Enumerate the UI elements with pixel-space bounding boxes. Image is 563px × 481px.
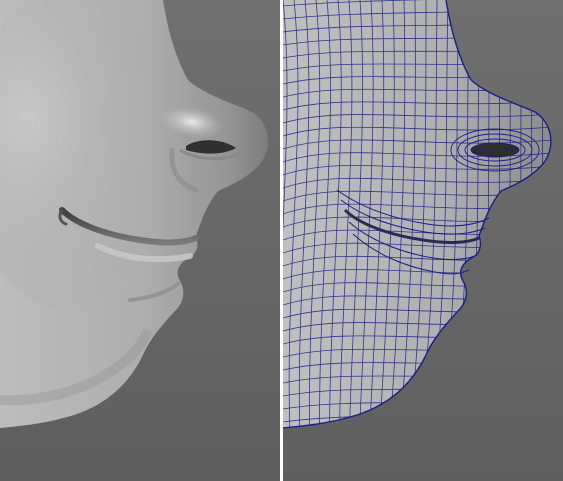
comparison-view <box>0 0 563 481</box>
wireframe-face-render <box>283 0 563 481</box>
smooth-face-render <box>0 0 280 481</box>
viewport-smooth-shaded[interactable] <box>0 0 280 481</box>
viewport-wireframe[interactable] <box>283 0 563 481</box>
